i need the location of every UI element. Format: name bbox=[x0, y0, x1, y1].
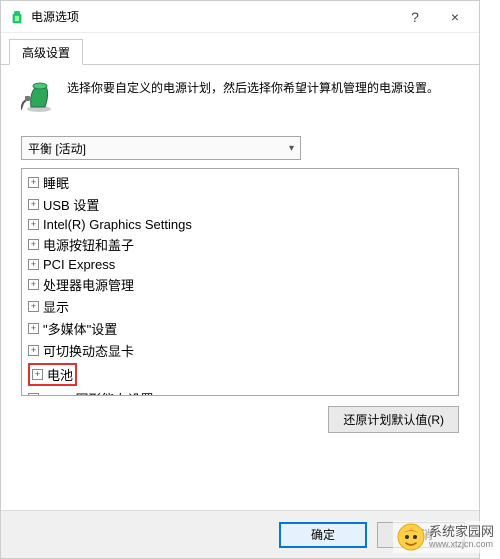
close-icon: × bbox=[451, 9, 459, 25]
tab-advanced[interactable]: 高级设置 bbox=[9, 39, 83, 65]
chevron-down-icon: ▾ bbox=[289, 143, 294, 154]
dialog-window: 电源选项 ? × 高级设置 选择你要自定义的电源计划，然 bbox=[0, 0, 480, 559]
ok-button[interactable]: 确定 bbox=[279, 522, 367, 548]
expand-icon[interactable]: + bbox=[28, 219, 39, 230]
tree-item-label: AMD 图形能力设置 bbox=[43, 389, 154, 396]
intro-text: 选择你要自定义的电源计划，然后选择你希望计算机管理的电源设置。 bbox=[67, 79, 439, 118]
tree-item-label: PCI Express bbox=[43, 257, 115, 272]
settings-tree[interactable]: + 睡眠 + USB 设置 + Intel(R) Graphics Settings + 电源… bbox=[21, 168, 459, 396]
expand-icon[interactable]: + bbox=[28, 323, 39, 334]
tabstrip: 高级设置 bbox=[1, 39, 479, 65]
help-button[interactable]: ? bbox=[395, 2, 435, 32]
tree-item[interactable]: + "多媒体"设置 bbox=[26, 317, 454, 339]
tree-item[interactable]: + 处理器电源管理 bbox=[26, 273, 454, 295]
restore-defaults-button[interactable]: 还原计划默认值(R) bbox=[328, 406, 459, 433]
watermark-text-block: 系统家园网 www.xtzjcn.com bbox=[429, 525, 494, 549]
help-icon: ? bbox=[411, 9, 419, 25]
expand-icon[interactable]: + bbox=[28, 199, 39, 210]
tree-item[interactable]: + PCI Express bbox=[26, 255, 454, 273]
tree-item-label: 显示 bbox=[43, 297, 69, 316]
expand-icon[interactable]: + bbox=[28, 279, 39, 290]
tree-item[interactable]: + 睡眠 bbox=[26, 171, 454, 193]
close-button[interactable]: × bbox=[435, 2, 475, 32]
restore-row: 还原计划默认值(R) bbox=[21, 406, 459, 433]
power-plan-icon bbox=[21, 79, 57, 118]
highlight-annotation: + 电池 bbox=[28, 363, 77, 386]
expand-icon[interactable]: + bbox=[28, 177, 39, 188]
tree-item-label: 电池 bbox=[47, 365, 73, 384]
watermark-url: www.xtzjcn.com bbox=[429, 539, 494, 549]
plan-selected-label: 平衡 [活动] bbox=[28, 140, 86, 157]
tree-item-label: 电源按钮和盖子 bbox=[43, 235, 134, 254]
restore-label: 还原计划默认值(R) bbox=[343, 413, 444, 427]
tree-item[interactable]: + USB 设置 bbox=[26, 193, 454, 215]
expand-icon[interactable]: + bbox=[28, 301, 39, 312]
tree-item[interactable]: + Intel(R) Graphics Settings bbox=[26, 215, 454, 233]
expand-icon[interactable]: + bbox=[32, 369, 43, 380]
tab-label: 高级设置 bbox=[22, 46, 70, 60]
intro-row: 选择你要自定义的电源计划，然后选择你希望计算机管理的电源设置。 bbox=[21, 79, 459, 118]
watermark-logo-icon bbox=[397, 523, 425, 551]
tree-item[interactable]: + 显示 bbox=[26, 295, 454, 317]
tree-item-label: Intel(R) Graphics Settings bbox=[43, 217, 192, 232]
watermark: 系统家园网 www.xtzjcn.com bbox=[393, 521, 498, 553]
watermark-name: 系统家园网 bbox=[429, 525, 494, 539]
tree-item[interactable]: + 电池 bbox=[26, 361, 454, 387]
window-title: 电源选项 bbox=[31, 8, 395, 25]
tab-content: 选择你要自定义的电源计划，然后选择你希望计算机管理的电源设置。 平衡 [活动] … bbox=[1, 65, 479, 443]
tree-item[interactable]: + 可切换动态显卡 bbox=[26, 339, 454, 361]
tree-item[interactable]: + 电源按钮和盖子 bbox=[26, 233, 454, 255]
tree-item-label: "多媒体"设置 bbox=[43, 319, 117, 338]
tree-item[interactable]: + AMD 图形能力设置 bbox=[26, 387, 454, 396]
tree-item-label: 可切换动态显卡 bbox=[43, 341, 134, 360]
expand-icon[interactable]: + bbox=[28, 239, 39, 250]
expand-icon[interactable]: + bbox=[28, 345, 39, 356]
ok-label: 确定 bbox=[311, 526, 335, 543]
tree-item-label: 睡眠 bbox=[43, 173, 69, 192]
titlebar: 电源选项 ? × bbox=[1, 1, 479, 33]
power-plan-select[interactable]: 平衡 [活动] ▾ bbox=[21, 136, 301, 160]
tree-item-label: USB 设置 bbox=[43, 195, 99, 214]
tree-item-label: 处理器电源管理 bbox=[43, 275, 134, 294]
app-icon bbox=[9, 9, 25, 25]
expand-icon[interactable]: + bbox=[28, 259, 39, 270]
expand-icon[interactable]: + bbox=[28, 393, 39, 396]
